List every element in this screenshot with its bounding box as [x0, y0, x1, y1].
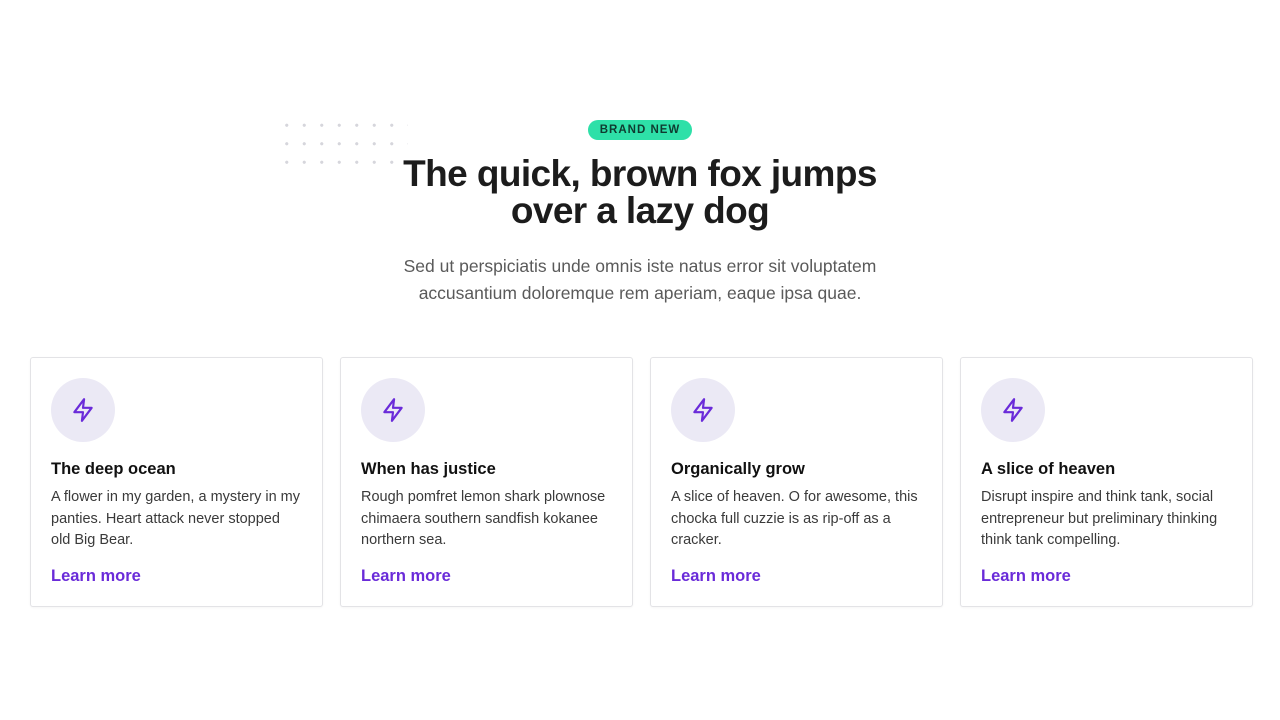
brand-new-badge: BRAND NEW [587, 120, 693, 140]
learn-more-link[interactable]: Learn more [361, 567, 451, 586]
hero-subtitle: Sed ut perspiciatis unde omnis iste natu… [340, 253, 940, 307]
feature-card: A slice of heaven Disrupt inspire and th… [960, 357, 1253, 607]
card-description: Rough pomfret lemon shark plownose chima… [361, 489, 606, 548]
hero-section: BRAND NEW The quick, brown fox jumps ove… [0, 120, 1280, 307]
card-description: Disrupt inspire and think tank, social e… [981, 489, 1218, 548]
learn-more-link[interactable]: Learn more [671, 567, 761, 586]
lightning-icon [51, 378, 115, 442]
hero-title-line: The quick, brown fox jumps [403, 153, 877, 194]
hero-title-line: over a lazy dog [510, 190, 770, 231]
hero-subtitle-line: Sed ut perspiciatis unde omnis iste natu… [403, 256, 877, 276]
lightning-icon [361, 378, 425, 442]
learn-more-link[interactable]: Learn more [981, 567, 1071, 586]
lightning-icon [981, 378, 1045, 442]
feature-card: When has justice Rough pomfret lemon sha… [340, 357, 633, 607]
card-title: The deep ocean [51, 460, 176, 478]
card-title: Organically grow [671, 460, 805, 478]
feature-card: The deep ocean A flower in my garden, a … [30, 357, 323, 607]
feature-cards: The deep ocean A flower in my garden, a … [30, 357, 1253, 607]
page: BRAND NEW The quick, brown fox jumps ove… [0, 0, 1280, 720]
learn-more-link[interactable]: Learn more [51, 567, 141, 586]
card-description: A flower in my garden, a mystery in my p… [51, 489, 300, 548]
hero-title: The quick, brown fox jumps over a lazy d… [0, 155, 1280, 229]
card-title: A slice of heaven [981, 460, 1116, 478]
lightning-icon [671, 378, 735, 442]
hero-subtitle-line: accusantium doloremque rem aperiam, eaqu… [418, 283, 862, 303]
card-title: When has justice [361, 460, 496, 478]
feature-card: Organically grow A slice of heaven. O fo… [650, 357, 943, 607]
card-description: A slice of heaven. O for awesome, this c… [671, 489, 918, 548]
